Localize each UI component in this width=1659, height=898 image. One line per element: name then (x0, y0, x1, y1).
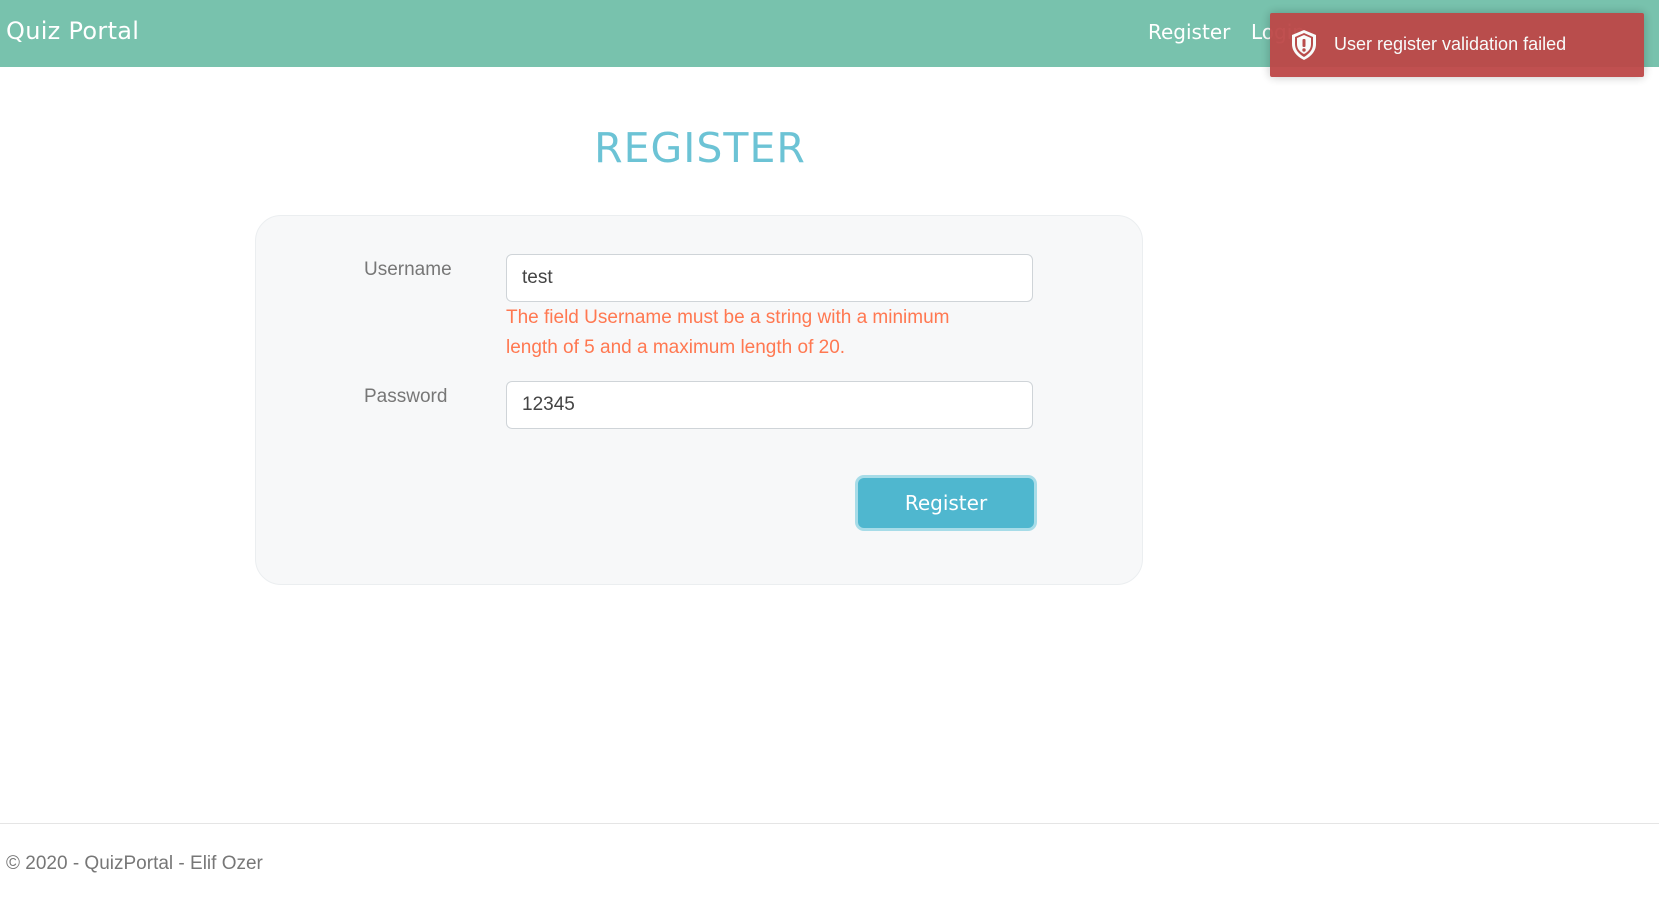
brand-link[interactable]: Quiz Portal (6, 17, 139, 45)
footer-divider (0, 823, 1659, 824)
password-label: Password (364, 386, 448, 407)
error-toast[interactable]: User register validation failed (1270, 13, 1644, 77)
username-error-message: The field Username must be a string with… (506, 307, 950, 358)
nav-register-link[interactable]: Register (1148, 20, 1230, 44)
register-submit-button[interactable]: Register (858, 478, 1034, 528)
password-input[interactable]: 12345 (506, 381, 1033, 429)
toast-message: User register validation failed (1334, 34, 1567, 54)
shield-exclamation-icon (1290, 29, 1318, 61)
footer-copyright: © 2020 - QuizPortal - Elif Ozer (6, 853, 263, 874)
page-title: REGISTER (594, 124, 806, 172)
username-input[interactable]: test (506, 254, 1033, 302)
username-label: Username (364, 259, 452, 280)
